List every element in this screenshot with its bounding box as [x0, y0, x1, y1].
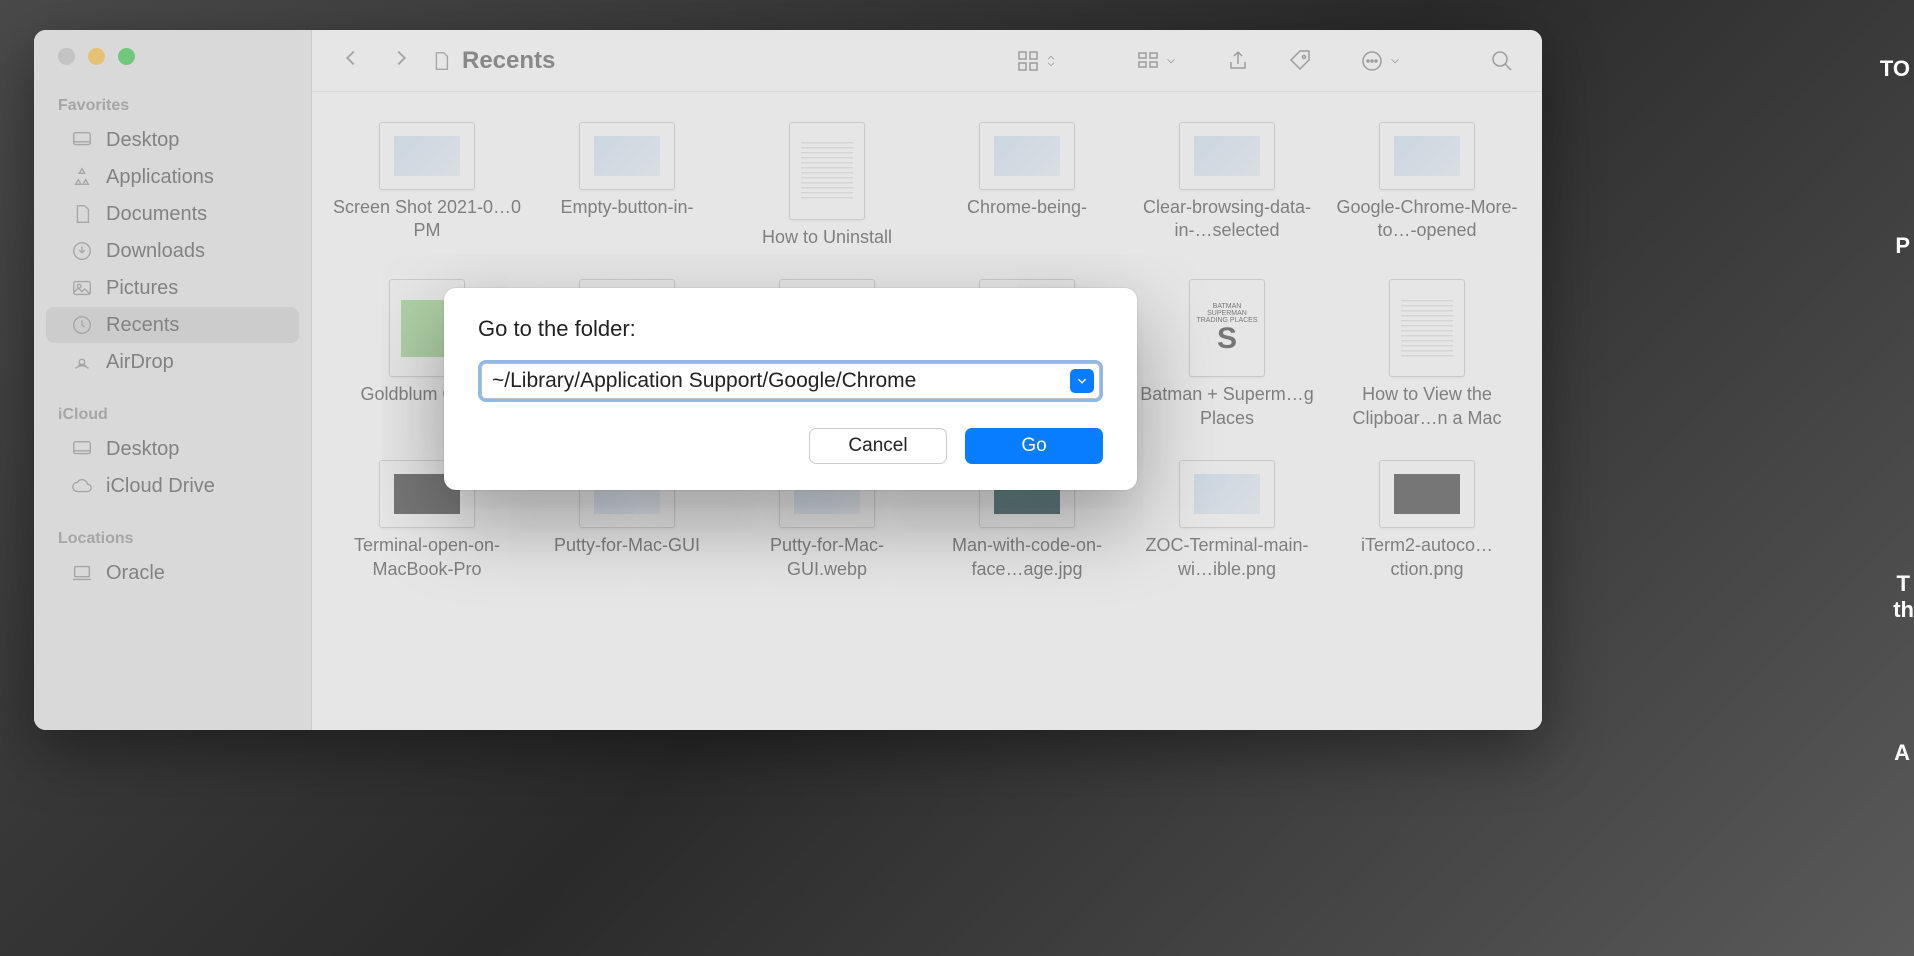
window-title: Recents: [462, 47, 555, 75]
file-label: Terminal-open-on-MacBook-Pro: [332, 534, 522, 581]
file-label: iTerm2-autoco…ction.png: [1332, 534, 1522, 581]
sidebar-item-recents[interactable]: Recents: [46, 307, 299, 343]
desktop-icon: [70, 128, 94, 152]
file-item[interactable]: Clear-browsing-data-in-…selected: [1132, 122, 1322, 249]
sidebar-item-label: Recents: [106, 314, 179, 337]
document-icon: [70, 202, 94, 226]
file-thumbnail: [1379, 460, 1475, 528]
path-dropdown-button[interactable]: [1070, 369, 1094, 393]
sidebar-item-label: Desktop: [106, 129, 179, 152]
clipped-text: TO: [1880, 56, 1910, 82]
view-mode-button[interactable]: [1016, 49, 1058, 73]
file-label: ZOC-Terminal-main-wi…ible.png: [1132, 534, 1322, 581]
sidebar-item-downloads[interactable]: Downloads: [46, 233, 299, 269]
document-icon: [430, 50, 452, 72]
sidebar-item-label: Documents: [106, 203, 207, 226]
sidebar-item-desktop[interactable]: Desktop: [46, 122, 299, 158]
sidebar-item-icloud-drive[interactable]: iCloud Drive: [46, 468, 299, 504]
sidebar-item-pictures[interactable]: Pictures: [46, 270, 299, 306]
sidebar-item-label: Oracle: [106, 562, 165, 585]
sidebar-section-favorites: Favorites: [34, 89, 311, 121]
zoom-window-button[interactable]: [118, 48, 135, 65]
sidebar-item-icloud-desktop[interactable]: Desktop: [46, 431, 299, 467]
finder-toolbar: Recents: [312, 30, 1542, 92]
sidebar-section-icloud: iCloud: [34, 398, 311, 430]
file-label: How to Uninstall: [762, 226, 892, 249]
clipped-text: A: [1894, 740, 1910, 766]
clock-icon: [70, 313, 94, 337]
laptop-icon: [70, 561, 94, 585]
file-label: Chrome-being-: [967, 196, 1087, 219]
dialog-title: Go to the folder:: [478, 316, 1103, 342]
file-label: Putty-for-Mac-GUI.webp: [732, 534, 922, 581]
sidebar-item-documents[interactable]: Documents: [46, 196, 299, 232]
file-item[interactable]: BATMANSUPERMANTRADING PLACESS Batman + Su…: [1132, 279, 1322, 430]
window-controls: [34, 48, 311, 89]
file-item[interactable]: How to View the Clipboar…n a Mac: [1332, 279, 1522, 430]
sidebar-item-label: Applications: [106, 166, 214, 189]
file-item[interactable]: Screen Shot 2021-0…0 PM: [332, 122, 522, 249]
close-window-button[interactable]: [58, 48, 75, 65]
sidebar-item-label: iCloud Drive: [106, 475, 215, 498]
file-item[interactable]: Google-Chrome-More-to…-opened: [1332, 122, 1522, 249]
file-thumbnail: [789, 122, 865, 220]
sidebar-item-label: Desktop: [106, 438, 179, 461]
go-button[interactable]: Go: [965, 428, 1103, 464]
tags-button[interactable]: [1288, 49, 1312, 73]
apps-icon: [70, 165, 94, 189]
minimize-window-button[interactable]: [88, 48, 105, 65]
file-item[interactable]: Empty-button-in-: [532, 122, 722, 249]
share-button[interactable]: [1226, 49, 1250, 73]
file-thumbnail: [1379, 122, 1475, 190]
group-button[interactable]: [1136, 49, 1178, 73]
file-label: Google-Chrome-More-to…-opened: [1332, 196, 1522, 243]
file-thumbnail: BATMANSUPERMANTRADING PLACESS: [1189, 279, 1265, 377]
file-label: How to View the Clipboar…n a Mac: [1332, 383, 1522, 430]
action-button[interactable]: [1360, 49, 1402, 73]
file-label: Man-with-code-on-face…age.jpg: [932, 534, 1122, 581]
file-thumbnail: [1179, 122, 1275, 190]
sidebar-item-label: Pictures: [106, 277, 178, 300]
file-item[interactable]: How to Uninstall: [732, 122, 922, 249]
cloud-icon: [70, 474, 94, 498]
nav-back-button[interactable]: [340, 47, 362, 74]
sidebar-section-locations: Locations: [34, 522, 311, 554]
desktop-icon: [70, 437, 94, 461]
file-label: Putty-for-Mac-GUI: [554, 534, 700, 557]
clipped-text: T: [1897, 571, 1910, 597]
file-item[interactable]: iTerm2-autoco…ction.png: [1332, 460, 1522, 581]
go-to-folder-dialog: Go to the folder: Cancel Go: [444, 288, 1137, 490]
sidebar-item-label: Downloads: [106, 240, 205, 263]
file-label: Batman + Superm…g Places: [1132, 383, 1322, 430]
file-item[interactable]: ZOC-Terminal-main-wi…ible.png: [1132, 460, 1322, 581]
sidebar-item-oracle[interactable]: Oracle: [46, 555, 299, 591]
file-thumbnail: [1389, 279, 1465, 377]
clipped-text: th: [1893, 597, 1914, 623]
sidebar-item-applications[interactable]: Applications: [46, 159, 299, 195]
file-thumbnail: [979, 122, 1075, 190]
pictures-icon: [70, 276, 94, 300]
folder-path-field-wrap: [478, 360, 1103, 402]
file-label: Clear-browsing-data-in-…selected: [1132, 196, 1322, 243]
file-item[interactable]: Chrome-being-: [932, 122, 1122, 249]
folder-path-input[interactable]: [481, 363, 1100, 399]
clipped-text: P: [1895, 233, 1910, 259]
cancel-button[interactable]: Cancel: [809, 428, 947, 464]
file-thumbnail: [579, 122, 675, 190]
file-thumbnail: [379, 122, 475, 190]
finder-sidebar: Favorites Desktop Applications Documents…: [34, 30, 312, 730]
file-label: Screen Shot 2021-0…0 PM: [332, 196, 522, 243]
sidebar-item-label: AirDrop: [106, 351, 174, 374]
nav-forward-button[interactable]: [390, 47, 412, 74]
file-label: Empty-button-in-: [560, 196, 693, 219]
download-icon: [70, 239, 94, 263]
search-button[interactable]: [1490, 49, 1514, 73]
airdrop-icon: [70, 350, 94, 374]
file-thumbnail: [1179, 460, 1275, 528]
sidebar-item-airdrop[interactable]: AirDrop: [46, 344, 299, 380]
